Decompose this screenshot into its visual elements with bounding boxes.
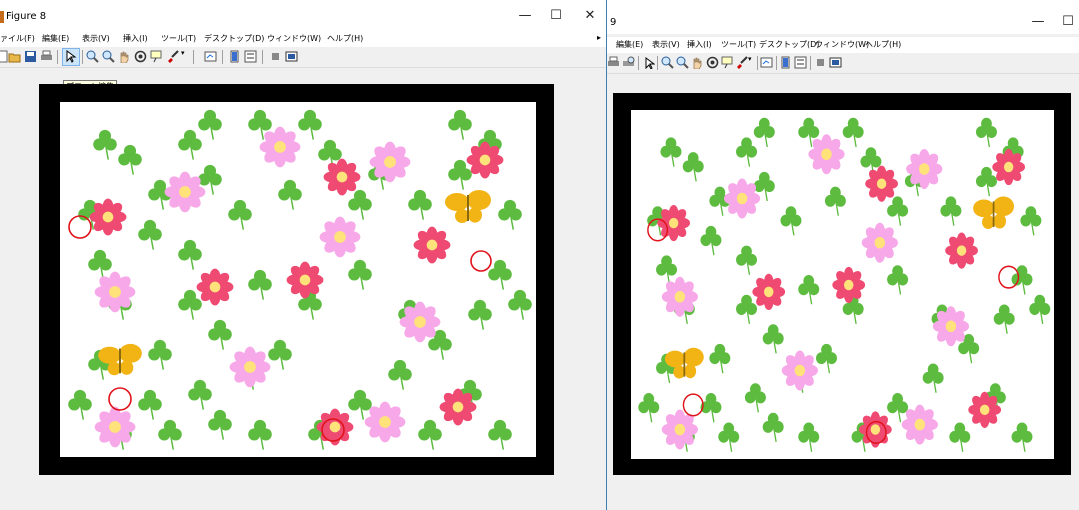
menu-bar: 編集(E) 表示(V) 挿入(I) ツール(T) デスクトップ(D) ウィンドウ… [607,37,1079,53]
menu-window[interactable]: ウィンドウ(W) [815,39,869,50]
matlab-figure-icon [0,11,4,23]
pink-flower [661,276,698,317]
red-flower [466,141,504,179]
pink-flower [932,306,970,347]
red-flower [945,232,978,269]
red-flower [832,266,866,304]
print-icon[interactable] [607,56,620,69]
rotate-3d-icon[interactable] [134,50,147,63]
brush-dropdown-icon[interactable]: ▾ [181,49,185,57]
menu-view[interactable]: 表示(V) [652,39,680,50]
pink-flower [164,171,206,213]
link-plot-icon[interactable] [760,56,773,69]
menu-desktop[interactable]: デスクトップ(D) [759,39,819,50]
menu-help[interactable]: ヘルプ(H) [865,39,901,50]
pink-flower [861,222,898,263]
hide-plot-tools-icon[interactable] [269,50,282,63]
brush-dropdown-icon[interactable]: ▾ [748,55,752,63]
red-flower [286,261,324,299]
red-flower [323,158,361,196]
red-flower [657,204,691,242]
zoom-in-icon[interactable] [661,56,674,69]
zoom-out-icon[interactable] [676,56,689,69]
pan-icon[interactable] [118,50,131,64]
red-flower [865,165,898,202]
colorbar-icon[interactable] [779,56,792,69]
colorbar-icon[interactable] [228,50,241,63]
menu-insert[interactable]: 挿入(I) [123,33,148,44]
edit-plot-icon[interactable] [62,48,80,66]
menu-desktop[interactable]: デスクトップ(D) [204,33,264,44]
menu-overflow-arrow[interactable]: ▸ [597,33,601,42]
pink-flower [901,404,938,445]
flower-image [60,102,536,457]
show-plot-tools-icon[interactable] [285,50,298,63]
figure-toolbar: ▾ [607,53,1079,74]
minimize-button[interactable]: — [510,4,540,28]
open-file-icon[interactable] [8,50,21,63]
pink-flower [808,134,845,175]
pink-flower [229,346,271,388]
figure-window-right: 9 — ☐ 編集(E) 表示(V) 挿入(I) ツール(T) デスクトップ(D)… [606,0,1079,510]
pink-flower [781,350,818,391]
pink-flower [259,126,301,168]
menu-edit[interactable]: 編集(E) [616,39,643,50]
menu-window[interactable]: ウィンドウ(W) [267,33,321,44]
window-title: 9 [610,17,617,28]
zoom-in-icon[interactable] [86,50,99,63]
pink-flower [399,301,441,343]
red-flower [196,268,234,306]
data-cursor-icon[interactable] [721,56,734,69]
brush-icon[interactable] [166,50,179,63]
red-flower [413,226,451,264]
pink-flower [723,178,761,219]
link-plot-icon[interactable] [204,50,217,63]
zoom-out-icon[interactable] [102,50,115,63]
menu-file[interactable]: ァイル(F) [0,33,35,44]
pink-flower [319,216,361,258]
figure-window-left: Figure 8 — ☐ ✕ ァイル(F) 編集(E) 表示(V) 挿入(I) … [0,0,606,510]
figure-toolbar: ▾ [0,47,606,68]
rotate-3d-icon[interactable] [706,56,719,69]
pink-flower [94,271,136,313]
minimize-button[interactable]: — [1023,10,1053,34]
show-plot-tools-icon[interactable] [829,56,842,69]
legend-icon[interactable] [794,56,807,69]
print-preview-icon[interactable] [622,56,635,69]
menu-view[interactable]: 表示(V) [82,33,110,44]
brush-icon[interactable] [735,56,748,69]
pink-flower [364,401,406,443]
menu-insert[interactable]: 挿入(I) [687,39,712,50]
red-flower [752,273,786,310]
print-icon[interactable] [40,50,53,63]
title-bar[interactable]: Figure 8 — ☐ ✕ [0,0,606,34]
pan-icon[interactable] [691,56,704,70]
red-flower [439,388,477,426]
maximize-button[interactable]: ☐ [1053,10,1079,34]
window-title: Figure 8 [6,11,47,22]
data-cursor-icon[interactable] [150,50,163,63]
red-flower [859,411,892,448]
edit-plot-icon[interactable] [642,56,656,70]
legend-icon[interactable] [244,50,257,63]
close-button[interactable]: ✕ [575,4,605,28]
menu-help[interactable]: ヘルプ(H) [327,33,363,44]
menu-tools[interactable]: ツール(T) [721,39,756,50]
menu-edit[interactable]: 編集(E) [42,33,69,44]
pink-flower [94,406,136,448]
maximize-button[interactable]: ☐ [541,4,571,28]
red-flower [968,391,1002,428]
flower-image [631,110,1054,459]
menu-bar: ァイル(F) 編集(E) 表示(V) 挿入(I) ツール(T) デスクトップ(D… [0,31,606,47]
hide-plot-tools-icon[interactable] [814,56,827,69]
menu-tools[interactable]: ツール(T) [161,33,196,44]
pink-flower [906,148,943,190]
save-icon[interactable] [24,50,37,63]
title-bar[interactable]: 9 — ☐ [607,0,1079,34]
red-flower [992,148,1026,186]
red-flower [89,198,127,236]
pink-flower [369,141,411,183]
